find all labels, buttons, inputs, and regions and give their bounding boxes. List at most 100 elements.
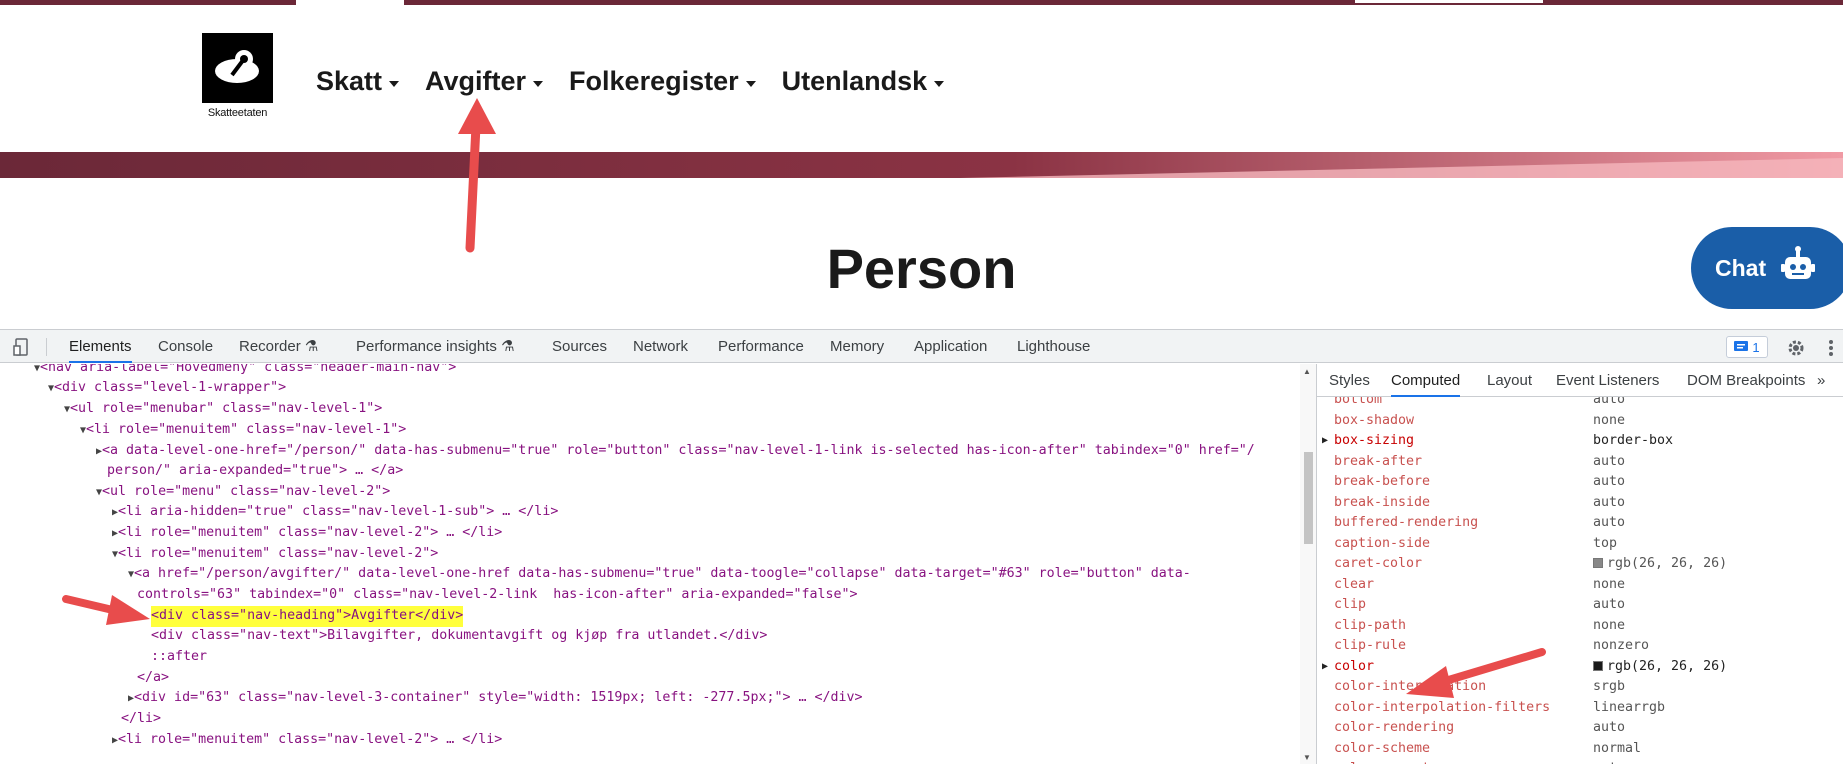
dom-line-selected[interactable]: <div class="nav-heading">Avgifter</div> bbox=[151, 606, 464, 627]
tab-recorder[interactable]: Recorder ⚗ bbox=[239, 330, 318, 363]
tab-label: Recorder bbox=[239, 338, 301, 355]
dom-line-text: controls="63" tabindex="0" class="nav-le… bbox=[137, 587, 858, 602]
dom-line[interactable]: ▼<ul role="menu" class="nav-level-2"> bbox=[96, 482, 390, 503]
property-name: caret-color bbox=[1334, 556, 1423, 571]
tab-lighthouse[interactable]: Lighthouse bbox=[1017, 330, 1090, 363]
computed-property-row[interactable]: color-rendering auto bbox=[1317, 718, 1843, 738]
property-value: rgb(26, 26, 26) bbox=[1607, 556, 1728, 571]
property-value: auto bbox=[1593, 720, 1626, 735]
dom-line[interactable]: ▼<div class="level-1-wrapper"> bbox=[48, 378, 286, 399]
computed-property-row[interactable]: ▶ color rgb(26, 26, 26) bbox=[1317, 657, 1843, 677]
property-value: srgb bbox=[1593, 679, 1626, 694]
property-value: top bbox=[1593, 535, 1618, 551]
dom-line[interactable]: controls="63" tabindex="0" class="nav-le… bbox=[137, 585, 858, 606]
tab-memory[interactable]: Memory bbox=[830, 330, 884, 363]
scroll-down-icon[interactable]: ▼ bbox=[1303, 753, 1311, 762]
dom-line[interactable]: person/" aria-expanded="true"> … </a> bbox=[107, 461, 403, 482]
dom-line[interactable]: ▼<li role="menuitem" class="nav-level-2"… bbox=[112, 544, 438, 565]
tab-console[interactable]: Console bbox=[158, 330, 213, 363]
tab-styles[interactable]: Styles bbox=[1329, 364, 1370, 397]
property-value-cell: none bbox=[1593, 411, 1625, 431]
tab-sources[interactable]: Sources bbox=[552, 330, 607, 363]
chevron-down-icon bbox=[934, 80, 945, 87]
tab-event-listeners[interactable]: Event Listeners bbox=[1556, 364, 1659, 397]
dom-line[interactable]: ▶<li aria-hidden="true" class="nav-level… bbox=[112, 502, 558, 523]
nav-item-avgifter[interactable]: Avgifter bbox=[425, 66, 544, 97]
tab-network[interactable]: Network bbox=[633, 330, 688, 363]
computed-property-row[interactable]: buffered-rendering auto bbox=[1317, 513, 1843, 533]
property-value-cell: rgb(26, 26, 26) bbox=[1593, 554, 1727, 574]
color-swatch[interactable] bbox=[1593, 558, 1603, 568]
dom-line[interactable]: ▶<li role="menuitem" class="nav-level-2"… bbox=[112, 523, 502, 544]
dom-line[interactable]: <div class="nav-text">Bilavgifter, dokum… bbox=[151, 626, 767, 647]
property-value-cell: nonzero bbox=[1593, 636, 1649, 656]
chat-button[interactable]: Chat bbox=[1691, 227, 1843, 309]
gear-icon[interactable] bbox=[1786, 337, 1806, 357]
elements-scrollbar[interactable]: ▲ ▼ bbox=[1300, 364, 1316, 764]
dom-line-text: <ul role="menu" class="nav-level-2"> bbox=[102, 484, 391, 499]
sidebar-tabs: Styles Computed Layout Event Listeners D… bbox=[1317, 364, 1843, 397]
computed-property-row[interactable]: clip auto bbox=[1317, 595, 1843, 615]
computed-property-row[interactable]: break-inside auto bbox=[1317, 493, 1843, 513]
top-bar-active-tab[interactable] bbox=[296, 0, 404, 5]
property-name: clip-rule bbox=[1334, 638, 1407, 653]
tab-performance[interactable]: Performance bbox=[718, 330, 804, 363]
computed-property-row[interactable]: break-before auto bbox=[1317, 472, 1843, 492]
tab-label: Performance insights bbox=[356, 338, 497, 355]
dom-line[interactable]: ▼<nav aria-label="Hovedmeny" class="head… bbox=[34, 364, 456, 379]
top-brand-bar bbox=[0, 0, 1843, 5]
property-value: auto bbox=[1593, 474, 1626, 489]
elements-tree[interactable]: ▼<nav aria-label="Hovedmeny" class="head… bbox=[0, 364, 1300, 764]
top-bar-search-field[interactable] bbox=[1355, 0, 1543, 3]
computed-property-row[interactable]: color-interpolation srgb bbox=[1317, 677, 1843, 697]
computed-property-row[interactable]: break-after auto bbox=[1317, 452, 1843, 472]
computed-property-row[interactable]: clear none bbox=[1317, 575, 1843, 595]
scrollbar-thumb[interactable] bbox=[1304, 452, 1313, 544]
tab-performance-insights[interactable]: Performance insights ⚗ bbox=[356, 330, 515, 363]
expand-triangle-icon[interactable]: ▶ bbox=[1322, 657, 1328, 677]
dom-line-text: <ul role="menubar" class="nav-level-1"> bbox=[70, 401, 383, 416]
dom-line[interactable]: ▶<a data-level-one-href="/person/" data-… bbox=[96, 441, 1255, 462]
property-name: clip-path bbox=[1334, 617, 1407, 633]
color-swatch[interactable] bbox=[1593, 660, 1603, 671]
dom-line[interactable]: ▶<div id="63" class="nav-level-3-contain… bbox=[128, 688, 863, 709]
device-toolbar-icon[interactable] bbox=[13, 330, 33, 363]
computed-property-row[interactable]: color-scheme normal bbox=[1317, 739, 1843, 759]
property-value-cell: linearrgb bbox=[1593, 698, 1665, 718]
skatteetaten-logo[interactable]: Skatteetaten bbox=[202, 33, 273, 119]
nav-item-utenlandsk[interactable]: Utenlandsk bbox=[782, 66, 945, 97]
tab-dom-breakpoints[interactable]: DOM Breakpoints bbox=[1687, 364, 1805, 397]
computed-property-row[interactable]: bottom auto bbox=[1317, 397, 1843, 410]
tab-layout[interactable]: Layout bbox=[1487, 364, 1532, 397]
computed-property-row[interactable]: caption-side top bbox=[1317, 534, 1843, 554]
nav-item-folkeregister[interactable]: Folkeregister bbox=[569, 66, 756, 97]
property-value-cell: auto bbox=[1593, 513, 1625, 533]
nav-item-skatt[interactable]: Skatt bbox=[316, 66, 400, 97]
computed-property-row[interactable]: column-count auto bbox=[1317, 759, 1843, 764]
dom-line[interactable]: ▼<ul role="menubar" class="nav-level-1"> bbox=[64, 399, 382, 420]
more-tabs-icon[interactable]: » bbox=[1817, 364, 1825, 397]
computed-properties: bottom auto box-shadow none ▶ box-sizing borde… bbox=[1317, 397, 1843, 764]
property-name: clip bbox=[1334, 597, 1367, 612]
dom-line[interactable]: </li> bbox=[121, 709, 161, 730]
dom-line[interactable]: ▼<li role="menuitem" class="nav-level-1"… bbox=[80, 420, 406, 441]
dom-line[interactable]: ▼<a href="/person/avgifter/" data-level-… bbox=[128, 564, 1191, 585]
computed-property-row[interactable]: box-shadow none bbox=[1317, 411, 1843, 431]
computed-property-row[interactable]: color-interpolation-filters linearrgb bbox=[1317, 698, 1843, 718]
tab-application[interactable]: Application bbox=[914, 330, 987, 363]
property-value-cell: auto bbox=[1593, 595, 1625, 615]
issues-badge[interactable]: 1 bbox=[1726, 336, 1768, 358]
computed-property-row[interactable]: clip-rule nonzero bbox=[1317, 636, 1843, 656]
dom-line[interactable]: ::after bbox=[151, 647, 207, 668]
more-options-icon[interactable] bbox=[1828, 337, 1834, 357]
computed-property-row[interactable]: ▶ box-sizing border-box bbox=[1317, 431, 1843, 451]
dom-line[interactable]: ▶<li role="menuitem" class="nav-level-2"… bbox=[112, 730, 502, 751]
tab-computed[interactable]: Computed bbox=[1391, 364, 1461, 397]
expand-triangle-icon[interactable]: ▶ bbox=[1322, 431, 1328, 451]
computed-property-row[interactable]: caret-color rgb(26, 26, 26) bbox=[1317, 554, 1843, 574]
main-nav: Skatt Avgifter Folkeregister Utenlandsk bbox=[316, 66, 970, 97]
tab-elements[interactable]: Elements bbox=[69, 330, 132, 363]
computed-property-row[interactable]: clip-path none bbox=[1317, 616, 1843, 636]
dom-line[interactable]: </a> bbox=[137, 668, 169, 689]
scroll-up-icon[interactable]: ▲ bbox=[1303, 367, 1311, 376]
